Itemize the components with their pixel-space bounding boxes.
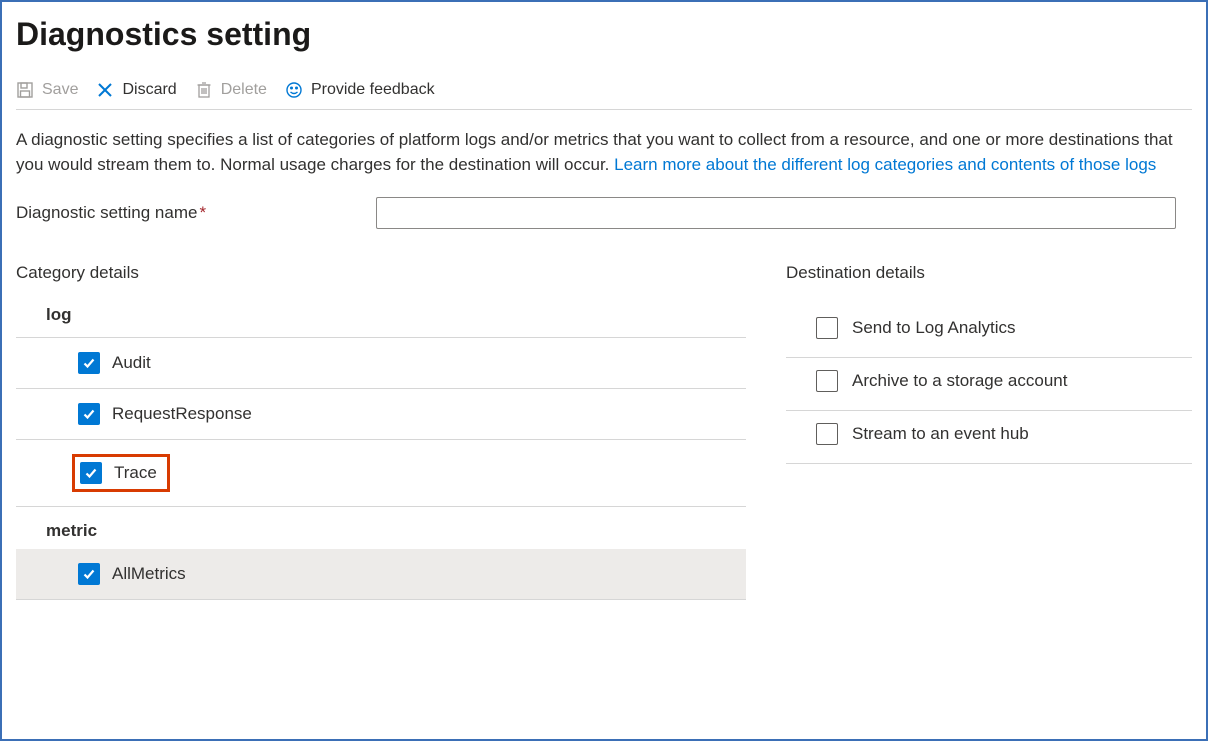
category-title: Category details [16,263,746,283]
checkbox-storage[interactable] [816,370,838,392]
checkbox-event-hub[interactable] [816,423,838,445]
destination-column: Destination details Send to Log Analytic… [786,263,1192,600]
dest-row-storage[interactable]: Archive to a storage account [786,358,1192,411]
metric-row-allmetrics[interactable]: AllMetrics [16,549,746,600]
checkbox-trace[interactable] [80,462,102,484]
log-label-trace: Trace [114,463,157,483]
dest-row-log-analytics[interactable]: Send to Log Analytics [786,305,1192,358]
name-field-label-text: Diagnostic setting name [16,203,197,222]
dest-row-event-hub[interactable]: Stream to an event hub [786,411,1192,464]
description-text: A diagnostic setting specifies a list of… [16,128,1192,177]
save-label: Save [42,81,78,99]
smiley-icon [285,81,303,99]
dest-label-event-hub: Stream to an event hub [852,424,1029,444]
checkbox-allmetrics[interactable] [78,563,100,585]
checkbox-audit[interactable] [78,352,100,374]
learn-more-link[interactable]: Learn more about the different log categ… [614,155,1156,174]
delete-label: Delete [221,81,267,99]
log-label-requestresponse: RequestResponse [112,404,252,424]
name-field-label: Diagnostic setting name* [16,203,376,223]
name-field-row: Diagnostic setting name* [16,197,1192,229]
category-column: Category details log Audit RequestRespon… [16,263,746,600]
trace-highlight-box: Trace [72,454,170,492]
delete-button[interactable]: Delete [195,81,267,99]
feedback-label: Provide feedback [311,81,435,99]
save-button[interactable]: Save [16,81,78,99]
log-row-audit[interactable]: Audit [16,338,746,389]
diagnostic-name-input[interactable] [376,197,1176,229]
feedback-button[interactable]: Provide feedback [285,81,435,99]
log-row-requestresponse[interactable]: RequestResponse [16,389,746,440]
page-title: Diagnostics setting [16,16,1192,53]
log-group-label: log [16,305,746,338]
dest-label-storage: Archive to a storage account [852,371,1067,391]
toolbar: Save Discard Delete Provide feedback [16,81,1192,110]
discard-label: Discard [122,81,176,99]
close-icon [96,81,114,99]
save-icon [16,81,34,99]
destination-title: Destination details [786,263,1192,283]
dest-label-log-analytics: Send to Log Analytics [852,318,1016,338]
trash-icon [195,81,213,99]
log-label-audit: Audit [112,353,151,373]
required-indicator: * [199,203,206,222]
metric-group-label: metric [16,507,746,549]
discard-button[interactable]: Discard [96,81,176,99]
metric-label-allmetrics: AllMetrics [112,564,186,584]
log-row-trace[interactable]: Trace [16,440,746,507]
checkbox-log-analytics[interactable] [816,317,838,339]
checkbox-requestresponse[interactable] [78,403,100,425]
